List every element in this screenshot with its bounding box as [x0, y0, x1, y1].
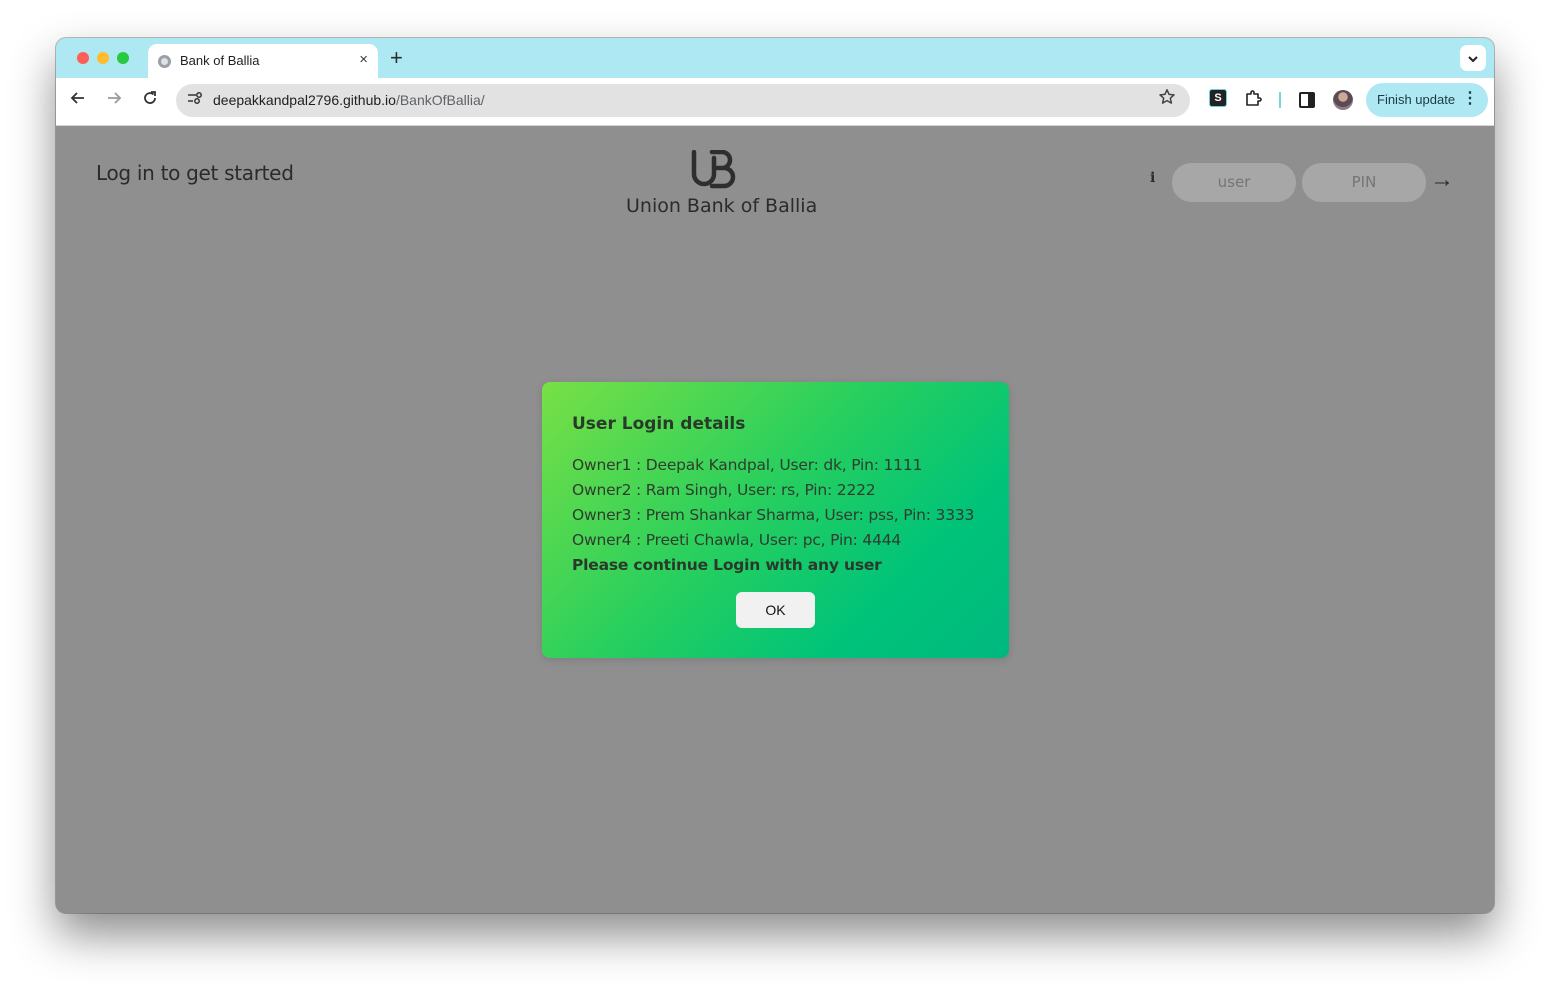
browser-toolbar: deepakkandpal2796.github.io/BankOfBallia…: [56, 78, 1494, 126]
reload-button[interactable]: [138, 88, 162, 112]
extension-s-icon[interactable]: S: [1210, 90, 1226, 106]
owner-line: Owner4 : Preeti Chawla, User: pc, Pin: 4…: [572, 531, 902, 549]
owner-line: Owner3 : Prem Shankar Sharma, User: pss,…: [572, 506, 975, 524]
chevron-down-icon: [1468, 56, 1478, 63]
bookmark-star-icon[interactable]: [1158, 88, 1176, 112]
toolbar-divider: [1279, 92, 1281, 108]
reload-icon: [144, 91, 156, 104]
ok-button[interactable]: OK: [736, 592, 815, 628]
owner-list: Owner1 : Deepak Kandpal, User: dk, Pin: …: [572, 455, 974, 555]
finish-update-label: Finish update: [1377, 92, 1456, 107]
arrow-right-icon: [108, 92, 122, 104]
modal-title: User Login details: [572, 414, 746, 434]
login-arrow-button[interactable]: →: [1430, 166, 1454, 194]
new-tab-button[interactable]: +: [390, 46, 403, 70]
welcome-message: Log in to get started: [96, 161, 294, 185]
owner-line: Owner1 : Deepak Kandpal, User: dk, Pin: …: [572, 456, 923, 474]
owner-line: Owner2 : Ram Singh, User: rs, Pin: 2222: [572, 481, 876, 499]
tab-bank-of-ballia[interactable]: Bank of Ballia ×: [148, 44, 378, 78]
bank-logo-icon: [691, 150, 736, 189]
close-icon[interactable]: ×: [359, 51, 368, 69]
login-details-modal: User Login details Owner1 : Deepak Kandp…: [542, 382, 1009, 658]
bank-name: Union Bank of Ballia: [626, 195, 818, 217]
more-menu-icon[interactable]: ⋮: [1462, 90, 1478, 108]
info-icon[interactable]: i: [1150, 170, 1155, 186]
back-button[interactable]: [66, 88, 90, 112]
page-content: Log in to get started Union Bank of Ball…: [56, 126, 1494, 913]
username-input[interactable]: [1172, 163, 1296, 202]
url-path: /BankOfBallia/: [395, 92, 485, 108]
globe-icon: [158, 55, 171, 68]
maximize-window-button[interactable]: [117, 52, 129, 64]
extensions-puzzle-icon[interactable]: [1242, 89, 1264, 111]
tab-search-button[interactable]: [1460, 45, 1486, 71]
pin-input[interactable]: [1302, 163, 1426, 202]
profile-avatar[interactable]: [1333, 90, 1353, 110]
modal-instruction: Please continue Login with any user: [572, 556, 882, 574]
url-text[interactable]: deepakkandpal2796.github.io/BankOfBallia…: [213, 92, 485, 108]
side-panel-icon[interactable]: [1299, 92, 1315, 108]
close-window-button[interactable]: [77, 52, 89, 64]
tab-strip: Bank of Ballia × +: [56, 38, 1494, 78]
tab-title: Bank of Ballia: [180, 53, 260, 68]
url-host: deepakkandpal2796.github.io: [213, 92, 396, 108]
site-settings-icon[interactable]: [185, 91, 205, 111]
address-bar[interactable]: deepakkandpal2796.github.io/BankOfBallia…: [176, 84, 1190, 117]
arrow-left-icon: [70, 92, 84, 104]
forward-button[interactable]: [102, 88, 126, 112]
finish-update-button[interactable]: Finish update ⋮: [1366, 83, 1488, 117]
browser-window: Bank of Ballia × + deepakkandpal2796.git…: [56, 38, 1494, 913]
minimize-window-button[interactable]: [97, 52, 109, 64]
